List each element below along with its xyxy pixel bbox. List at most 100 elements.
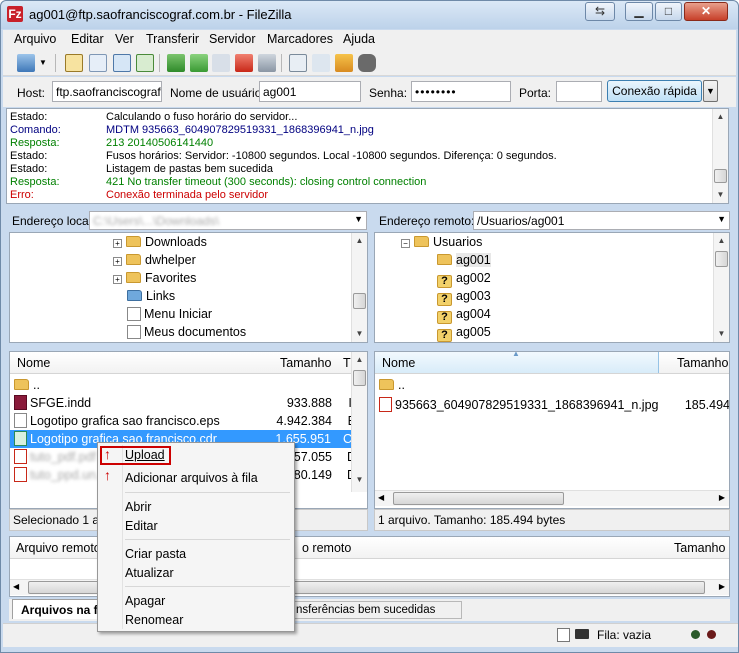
menu-item-add-to-queue[interactable]: Adicionar arquivos à fila (125, 471, 258, 485)
menu-editar[interactable]: Editar (71, 32, 104, 46)
toggle-log-icon[interactable] (65, 54, 83, 72)
tree-item-ag001[interactable]: ag001 (437, 251, 491, 269)
expand-icon[interactable]: + (113, 239, 122, 248)
column-remote-file[interactable]: Arquivo remoto (16, 541, 101, 555)
tree-item-ag004[interactable]: ? ag004 (437, 305, 491, 324)
scroll-up-icon[interactable]: ▲ (714, 233, 729, 249)
close-button[interactable]: ✕ (684, 2, 728, 21)
directory-listing-filters-icon[interactable] (289, 54, 307, 72)
menu-item-rename[interactable]: Renomear (125, 613, 183, 627)
scroll-thumb[interactable] (353, 370, 366, 386)
toggle-remote-tree-icon[interactable] (113, 54, 131, 72)
minimize-button[interactable]: ▁ (625, 2, 653, 21)
quickconnect-button[interactable]: Conexão rápida (607, 80, 702, 102)
message-log[interactable]: Estado: Calculando o fuso horário do serv… (6, 108, 729, 204)
reconnect-icon[interactable] (258, 54, 276, 72)
scroll-up-icon[interactable]: ▲ (352, 352, 367, 368)
column-remote[interactable]: o remoto (302, 541, 351, 555)
tab-successful-transfers[interactable]: nsferências bem sucedidas (291, 601, 462, 619)
toggle-queue-icon[interactable] (136, 54, 154, 72)
remote-file-list[interactable]: ▲ Nome Tamanho .. 935663_604907829519331… (374, 351, 730, 509)
remote-address-combo[interactable]: /Usuarios/ag001 ▼ (473, 211, 730, 230)
expand-icon[interactable]: + (113, 275, 122, 284)
local-tree-scrollbar[interactable]: ▲ ▼ (351, 233, 367, 342)
chevron-down-icon[interactable]: ▼ (717, 214, 726, 224)
chevron-down-icon[interactable]: ▼ (354, 214, 363, 224)
process-queue-icon[interactable] (190, 54, 208, 72)
list-item[interactable]: Logotipo grafica sao francisco.eps 4.942.… (14, 412, 356, 430)
tree-item-ag002[interactable]: ? ag002 (437, 269, 491, 288)
scroll-thumb[interactable] (353, 293, 366, 309)
refresh-icon[interactable] (167, 54, 185, 72)
directory-comparison-icon[interactable] (312, 54, 330, 72)
restore-button[interactable]: ⇆ (585, 2, 615, 21)
remote-list-hscrollbar[interactable]: ◀ ▶ (375, 490, 729, 506)
column-size[interactable]: Tamanho (674, 541, 725, 555)
port-input[interactable] (556, 81, 602, 102)
quickconnect-history-dropdown-icon[interactable]: ▼ (703, 80, 718, 102)
menu-item-refresh[interactable]: Atualizar (125, 566, 174, 580)
menu-ver[interactable]: Ver (115, 32, 134, 46)
scroll-down-icon[interactable]: ▼ (714, 326, 729, 342)
synchronized-browsing-icon[interactable] (335, 54, 353, 72)
host-input[interactable]: ftp.saofranciscograf. (52, 81, 162, 102)
list-item[interactable]: .. (14, 376, 40, 394)
column-type[interactable]: T (343, 356, 351, 370)
menu-item-upload[interactable]: Upload (125, 448, 165, 462)
scroll-thumb[interactable] (715, 251, 728, 267)
toggle-local-tree-icon[interactable] (89, 54, 107, 72)
remote-folder-tree[interactable]: − Usuarios ag001 ? ag002 ? ag003 ? ag004 ? ag… (374, 232, 730, 343)
menu-item-open[interactable]: Abrir (125, 500, 151, 514)
list-item[interactable]: SFGE.indd933.888Ir (14, 394, 356, 412)
menu-transferir[interactable]: Transferir (146, 32, 199, 46)
scroll-thumb[interactable] (393, 492, 564, 505)
column-size[interactable]: Tamanho (677, 356, 728, 370)
scroll-up-icon[interactable]: ▲ (352, 233, 367, 249)
tab-queued-files[interactable]: Arquivos na fi (12, 599, 104, 619)
local-address-combo[interactable]: C:\Users\...\Downloads\ ▼ (89, 211, 367, 230)
tree-item-menu-iniciar[interactable]: Menu Iniciar (127, 305, 212, 323)
column-size[interactable]: Tamanho (280, 356, 331, 370)
title-bar[interactable]: Fz ag001@ftp.saofranciscograf.com.br - F… (1, 1, 738, 29)
menu-servidor[interactable]: Servidor (209, 32, 256, 46)
scroll-left-icon[interactable]: ◀ (378, 493, 384, 502)
disconnect-icon[interactable] (235, 54, 253, 72)
tree-item-dwhelper[interactable]: + dwhelper (113, 251, 196, 269)
site-manager-dropdown-icon[interactable]: ▼ (39, 58, 47, 67)
tree-item-ag003[interactable]: ? ag003 (437, 287, 491, 306)
filter-status-icon[interactable] (557, 628, 570, 642)
menu-ajuda[interactable]: Ajuda (343, 32, 375, 46)
search-remote-files-icon[interactable] (358, 54, 376, 72)
menu-item-delete[interactable]: Apagar (125, 594, 165, 608)
local-folder-tree[interactable]: + Downloads + dwhelper + Favorites Links Me… (9, 232, 368, 343)
menu-item-create-folder[interactable]: Criar pasta (125, 547, 186, 561)
scroll-down-icon[interactable]: ▼ (352, 472, 367, 488)
tree-item-downloads[interactable]: + Downloads (113, 233, 207, 251)
expand-icon[interactable]: + (113, 257, 122, 266)
menu-arquivo[interactable]: Arquivo (14, 32, 56, 46)
scroll-left-icon[interactable]: ◀ (13, 582, 19, 591)
cancel-operation-icon[interactable] (212, 54, 230, 72)
column-name[interactable]: Nome (382, 356, 415, 370)
scroll-thumb[interactable] (714, 169, 727, 183)
password-input[interactable]: •••••••• (411, 81, 511, 102)
scroll-down-icon[interactable]: ▼ (352, 326, 367, 342)
username-input[interactable]: ag001 (259, 81, 361, 102)
tree-item-ag005[interactable]: ? ag005 (437, 323, 491, 342)
scroll-right-icon[interactable]: ▶ (719, 493, 725, 502)
scroll-down-icon[interactable]: ▼ (713, 187, 728, 203)
list-item[interactable]: 935663_604907829519331_1868396941_n.jpg 1… (379, 396, 729, 414)
scroll-up-icon[interactable]: ▲ (713, 109, 728, 125)
site-manager-icon[interactable] (17, 54, 35, 72)
column-name[interactable]: Nome (17, 356, 50, 370)
maximize-button[interactable]: □ (655, 2, 682, 21)
collapse-icon[interactable]: − (401, 239, 410, 248)
tree-item-links[interactable]: Links (127, 287, 175, 305)
local-list-scrollbar[interactable]: ▲ ▼ (351, 352, 367, 492)
scroll-right-icon[interactable]: ▶ (719, 582, 725, 591)
log-scrollbar[interactable]: ▲ ▼ (712, 109, 728, 203)
tree-item-favorites[interactable]: + Favorites (113, 269, 196, 287)
remote-tree-scrollbar[interactable]: ▲ ▼ (713, 233, 729, 342)
menu-item-edit[interactable]: Editar (125, 519, 158, 533)
list-item[interactable]: .. (379, 376, 405, 394)
